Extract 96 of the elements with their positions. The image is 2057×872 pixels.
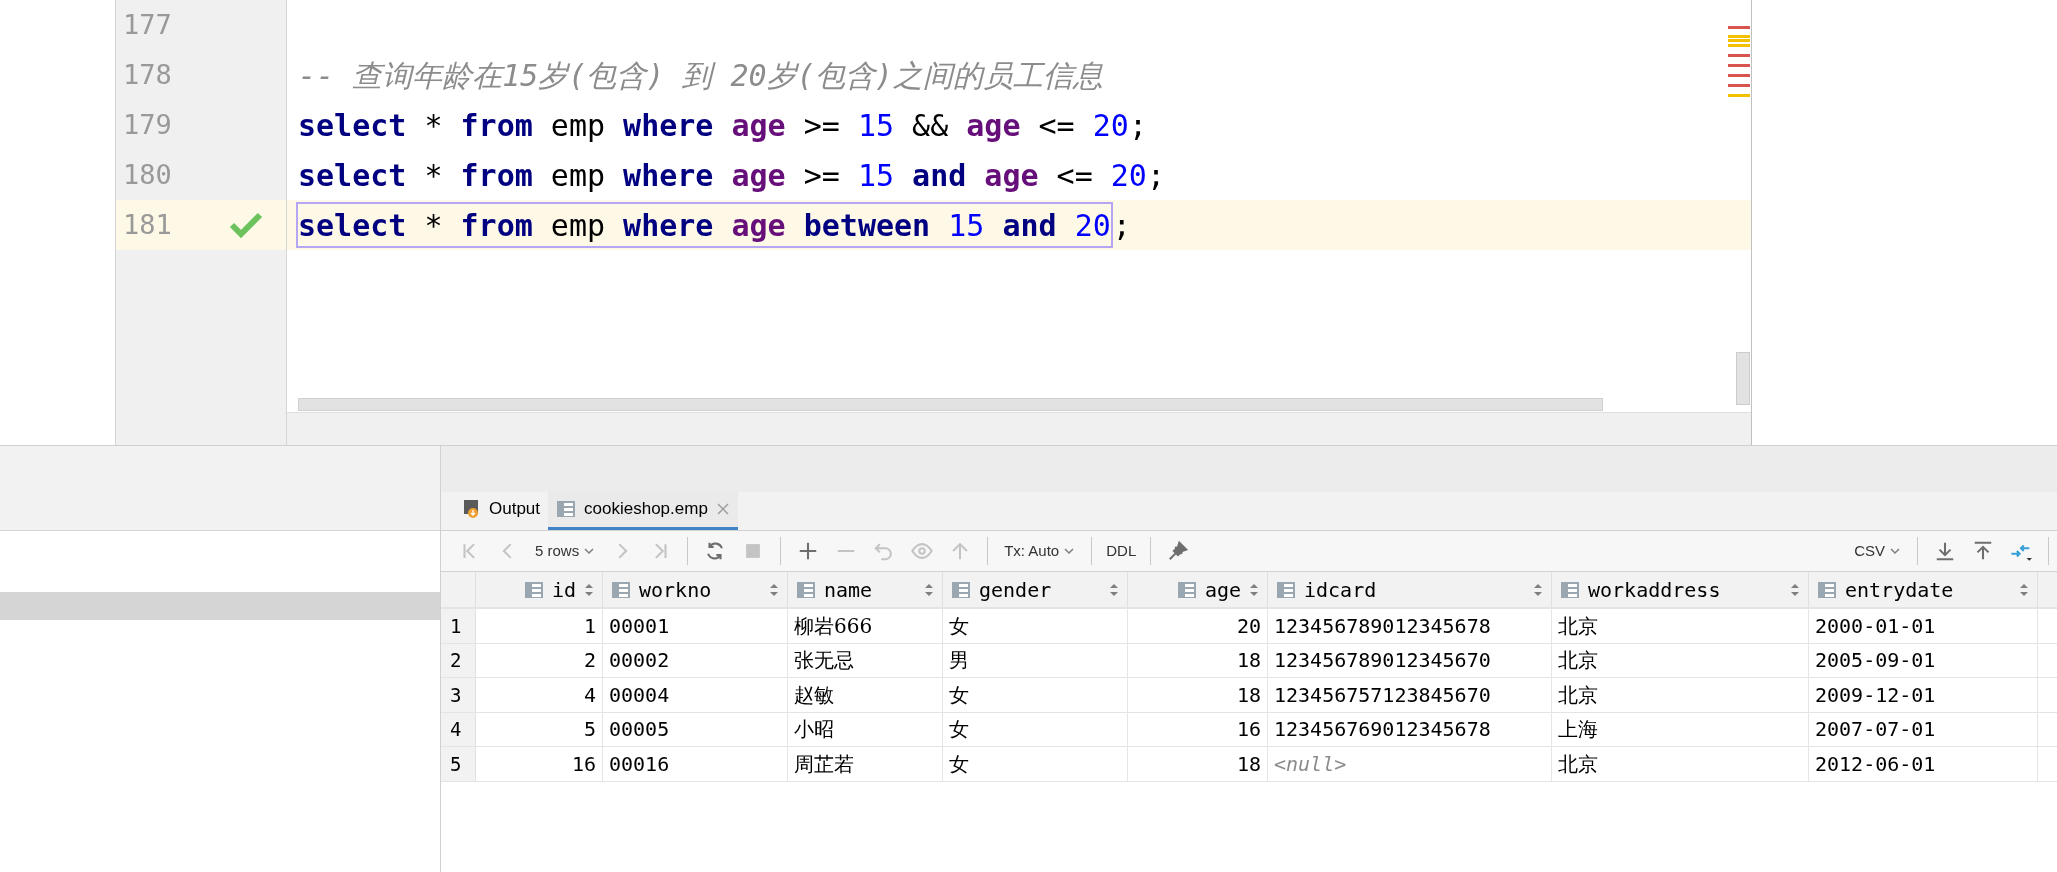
- line-number: 180: [123, 157, 173, 192]
- row-number: 3: [441, 678, 476, 712]
- dropdown[interactable]: Tx: Auto: [996, 539, 1084, 563]
- sort-icon[interactable]: [1109, 581, 1119, 598]
- table-icon: [1276, 580, 1296, 599]
- caret-icon: [1063, 545, 1076, 557]
- column-header[interactable]: idcard: [1268, 572, 1552, 607]
- row-number: 1: [441, 609, 476, 643]
- table-cell-text: 女: [949, 750, 969, 778]
- table-cell-text: 00005: [609, 716, 670, 744]
- table-cell-text: 上海: [1558, 716, 1598, 744]
- table-cell-text: 123456789012345670: [1274, 647, 1491, 675]
- column-header[interactable]: entrydate: [1809, 572, 2038, 607]
- table-cell-text: 柳岩666: [794, 612, 873, 640]
- column-header[interactable]: gender: [943, 572, 1128, 607]
- table-icon: [796, 580, 816, 599]
- column-header[interactable]: id: [476, 572, 603, 607]
- sort-icon[interactable]: [769, 581, 779, 598]
- dropdown[interactable]: CSV: [1846, 539, 1909, 563]
- row-number: 2: [441, 643, 476, 677]
- caret-icon: [583, 545, 596, 557]
- table-cell-text: 4: [583, 681, 596, 709]
- table-cell-text: 女: [949, 716, 969, 744]
- table-cell-text: 2007-07-01: [1815, 716, 1936, 744]
- table-icon: [611, 580, 631, 599]
- line-number: 181: [123, 207, 173, 242]
- tab[interactable]: cookieshop.emp: [548, 491, 738, 530]
- table-cell-text: 18: [1236, 647, 1261, 675]
- line-number: 179: [123, 107, 173, 142]
- table-cell-text: 00001: [609, 612, 670, 640]
- table-cell-text: 123456757123845670: [1274, 681, 1491, 709]
- code-line: ;: [1112, 206, 1131, 245]
- line-number: 177: [123, 7, 173, 42]
- table-icon: [1817, 580, 1837, 599]
- table-cell-text: 小昭: [794, 716, 834, 744]
- table-cell-text: 赵敏: [794, 681, 834, 709]
- caret-icon: [1889, 545, 1901, 557]
- sort-icon[interactable]: [584, 581, 594, 598]
- sort-icon[interactable]: [924, 581, 934, 598]
- row-number: 4: [441, 712, 476, 746]
- table-cell-text: 张无忌: [794, 647, 854, 675]
- column-header[interactable]: workno: [603, 572, 788, 607]
- sort-icon[interactable]: [1790, 581, 1800, 598]
- table-cell-text: 00004: [609, 681, 670, 709]
- table-cell-text: 女: [949, 681, 969, 709]
- table-icon: [523, 580, 544, 599]
- table-icon: [1560, 580, 1580, 599]
- table-cell-text: 16: [1236, 716, 1261, 744]
- table-cell-text: 2: [583, 647, 596, 675]
- column-header[interactable]: name: [788, 572, 943, 607]
- code-line: select * from emp where age >= 15 and age <= 20;: [298, 156, 1165, 195]
- table-cell-text: 18: [1236, 681, 1261, 709]
- sort-icon[interactable]: [1249, 581, 1259, 598]
- table-cell-text: 男: [949, 647, 969, 675]
- table-icon: [951, 580, 971, 599]
- table-cell-text: 123456769012345678: [1274, 716, 1491, 744]
- error-stripe-drawing: [1728, 26, 1750, 98]
- tab[interactable]: Output: [455, 491, 549, 530]
- column-header[interactable]: workaddress: [1552, 572, 1809, 607]
- dropdown[interactable]: 5 rows: [527, 539, 604, 563]
- table-cell-text: 女: [949, 612, 969, 640]
- table-cell-text: 20: [1236, 612, 1261, 640]
- table-cell-text: 16: [571, 750, 596, 778]
- upload-icon[interactable]: [1972, 540, 1994, 562]
- sort-icon[interactable]: [2019, 581, 2029, 598]
- table-icon: [1176, 580, 1197, 599]
- table-cell-text: 00016: [609, 750, 670, 778]
- output-icon: [463, 499, 481, 519]
- table-cell-text: 2005-09-01: [1815, 647, 1936, 675]
- line-number: 178: [123, 57, 173, 92]
- table-cell-text: 123456789012345678: [1274, 612, 1491, 640]
- table-cell-text: 北京: [1558, 681, 1598, 709]
- sort-icon[interactable]: [1533, 581, 1543, 598]
- close-icon[interactable]: [715, 502, 730, 516]
- table-cell-text: 周芷若: [794, 750, 854, 778]
- code-line: select * from emp where age >= 15 && age <= 20;: [298, 106, 1147, 145]
- table-cell-text: 北京: [1558, 612, 1598, 640]
- ddl-button[interactable]: DDL: [1100, 539, 1143, 563]
- pin-icon[interactable]: [1167, 540, 1190, 562]
- table-cell-text: 2009-12-01: [1815, 681, 1936, 709]
- table-cell-text: 2012-06-01: [1815, 750, 1936, 778]
- table-cell-text: 北京: [1558, 647, 1598, 675]
- table-cell-text: 00002: [609, 647, 670, 675]
- table-icon: [556, 500, 577, 518]
- vertical-scrollbar[interactable]: [1736, 352, 1750, 405]
- download-icon[interactable]: [1934, 540, 1956, 562]
- horizontal-scrollbar[interactable]: [298, 398, 1603, 411]
- table-cell-text: <null>: [1274, 750, 1347, 778]
- table-cell-text: 18: [1236, 750, 1261, 778]
- table-cell-text: 5: [583, 716, 596, 744]
- code-comment: -- 查询年龄在15岁(包含) 到 20岁(包含)之间的员工信息: [298, 56, 1103, 95]
- table-cell-text: 1: [583, 612, 596, 640]
- column-header[interactable]: age: [1128, 572, 1268, 607]
- table-cell-text: 2000-01-01: [1815, 612, 1936, 640]
- row-number: 5: [441, 747, 476, 781]
- table-cell-text: 北京: [1558, 750, 1598, 778]
